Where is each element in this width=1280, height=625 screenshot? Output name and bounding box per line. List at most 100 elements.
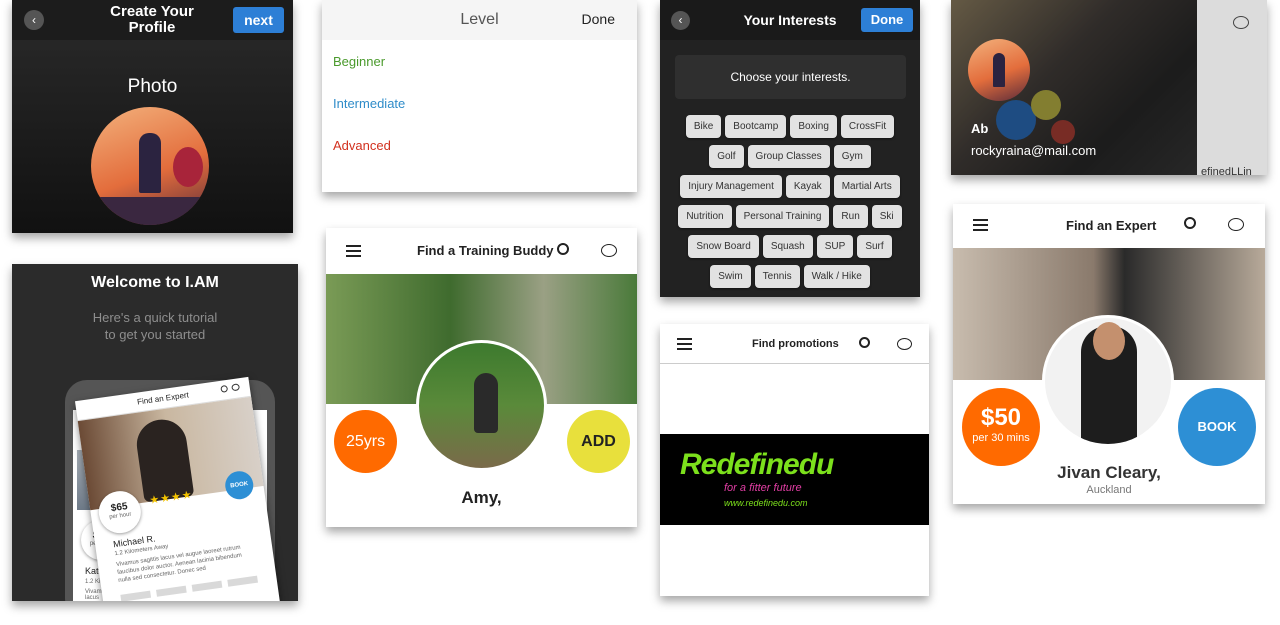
chip-row-6: Swim Tennis Walk / Hike: [660, 265, 920, 288]
promotions-screen: Find promotions Redefinedu for a fitter …: [660, 324, 929, 596]
menu-icon[interactable]: [346, 245, 361, 257]
chip-ski[interactable]: Ski: [871, 205, 902, 228]
level-done-button[interactable]: Done: [582, 11, 615, 27]
chip-row-4: Nutrition Personal Training Run Ski: [660, 205, 920, 228]
create-profile-screen: ‹ Create Your Profile next Photo: [12, 0, 293, 233]
search-icon[interactable]: [859, 337, 870, 348]
chip-tennis[interactable]: Tennis: [754, 265, 800, 288]
chip-bike[interactable]: Bike: [685, 115, 722, 138]
chip-injury-management[interactable]: Injury Management: [680, 175, 782, 198]
expert-name: Jivan Cleary,: [1057, 463, 1161, 482]
welcome-subtitle-line1: Here's a quick tutorial: [92, 310, 218, 325]
search-icon[interactable]: [557, 243, 569, 255]
interests-done-button[interactable]: Done: [861, 8, 913, 32]
training-buddy-screen: Find a Training Buddy 25yrs ADD Amy,: [326, 228, 637, 527]
account-drawer-screen: Ab rockyraina@mail.com efinedLLin: [951, 0, 1267, 175]
interests-prompt-box: Choose your interests.: [675, 55, 906, 99]
drawer-user-email: rockyraina@mail.com: [971, 143, 1097, 158]
menu-icon[interactable]: [973, 219, 988, 231]
expert-photo[interactable]: [1042, 315, 1174, 447]
chip-row-3: Injury Management Kayak Martial Arts: [660, 175, 920, 198]
chat-icon[interactable]: [601, 244, 617, 257]
chip-personal-training[interactable]: Personal Training: [735, 205, 830, 228]
chip-martial-arts[interactable]: Martial Arts: [833, 175, 900, 198]
profile-header: ‹ Create Your Profile next: [12, 0, 293, 40]
add-label: ADD: [581, 433, 616, 450]
level-option-beginner[interactable]: Beginner: [333, 54, 385, 69]
chip-row-5: Snow Board Squash SUP Surf: [660, 235, 920, 258]
chip-snow-board[interactable]: Snow Board: [688, 235, 759, 258]
chip-swim[interactable]: Swim: [710, 265, 751, 288]
mini-tag: [227, 575, 258, 587]
drawer-avatar[interactable]: [968, 39, 1030, 101]
ground-shape: [91, 197, 209, 225]
mini-tag: [156, 585, 187, 597]
interests-header: ‹ Your Interests Done: [660, 0, 920, 40]
back-button[interactable]: ‹: [24, 10, 44, 30]
mini-tag: [191, 580, 223, 592]
partial-brand-text: efinedLLin: [1201, 166, 1252, 175]
brand-tagline: for a fitter future: [724, 482, 802, 494]
profile-title: Create Your Profile: [110, 3, 194, 36]
chip-bootcamp[interactable]: Bootcamp: [725, 115, 787, 138]
mini-tag: [120, 590, 152, 601]
search-icon[interactable]: [1184, 217, 1196, 229]
photo-label: Photo: [127, 76, 178, 97]
expert-price-badge: $50 per 30 mins: [962, 388, 1040, 466]
welcome-subtitle-line2: to get you started: [104, 327, 206, 342]
menu-icon[interactable]: [677, 338, 692, 350]
chip-boxing[interactable]: Boxing: [790, 115, 837, 138]
brand-url: www.redefinedu.com: [724, 498, 808, 508]
buddy-title: Find a Training Buddy: [417, 243, 554, 258]
buddy-photo[interactable]: [416, 340, 547, 471]
chip-gym[interactable]: Gym: [833, 145, 871, 168]
brand-logo-text: Redefinedu: [680, 448, 834, 481]
buddy-header: Find a Training Buddy: [326, 228, 637, 274]
silhouette-figure: [139, 133, 161, 193]
chip-golf[interactable]: Golf: [709, 145, 744, 168]
expert-book-button[interactable]: BOOK: [1178, 388, 1256, 466]
find-expert-screen: Find an Expert $50 per 30 mins BOOK Jiva…: [953, 204, 1265, 504]
person-figure: [474, 373, 498, 433]
chip-sup[interactable]: SUP: [816, 235, 854, 258]
chip-walk-hike[interactable]: Walk / Hike: [803, 265, 870, 288]
drawer-user-name: Ab: [971, 121, 989, 136]
interests-screen: ‹ Your Interests Done Choose your intere…: [660, 0, 920, 297]
chip-run[interactable]: Run: [833, 205, 868, 228]
expert-price-unit: per 30 mins: [972, 432, 1030, 444]
background-app-strip: efinedLLin: [1197, 0, 1267, 175]
chip-row-1: Bike Bootcamp Boxing CrossFit: [660, 115, 920, 138]
level-header: Level Done: [322, 0, 637, 40]
mini-expert-card: Find an Expert ★★★★ $65 per hour BOOK Mi…: [74, 376, 281, 601]
age-value: 25yrs: [345, 433, 386, 450]
next-button[interactable]: next: [233, 7, 284, 33]
promotions-title: Find promotions: [752, 338, 839, 350]
interests-prompt: Choose your interests.: [730, 70, 851, 84]
welcome-screen: Welcome to I.AM Here's a quick tutorial …: [12, 264, 298, 601]
expert-head: [1093, 322, 1125, 360]
chip-surf[interactable]: Surf: [857, 235, 892, 258]
chip-row-2: Golf Group Classes Gym: [660, 145, 920, 168]
profile-photo[interactable]: [91, 107, 209, 225]
silhouette-figure: [993, 53, 1005, 87]
chip-squash[interactable]: Squash: [762, 235, 813, 258]
buddy-name: Amy,: [461, 488, 502, 507]
promotion-banner[interactable]: Redefinedu for a fitter future www.redef…: [660, 434, 929, 525]
add-button[interactable]: ADD: [567, 410, 630, 473]
chip-crossfit[interactable]: CrossFit: [840, 115, 895, 138]
level-option-advanced[interactable]: Advanced: [333, 138, 391, 153]
chip-nutrition[interactable]: Nutrition: [678, 205, 732, 228]
chip-kayak[interactable]: Kayak: [785, 175, 830, 198]
welcome-title: Welcome to I.AM: [91, 274, 219, 291]
level-picker: Level Done Beginner Intermediate Advance…: [322, 0, 637, 192]
level-option-intermediate[interactable]: Intermediate: [333, 96, 405, 111]
chip-group-classes[interactable]: Group Classes: [747, 145, 830, 168]
promotions-header: Find promotions: [660, 324, 929, 364]
expert-location: Auckland: [1086, 484, 1132, 496]
chat-icon[interactable]: [897, 338, 912, 350]
chat-icon[interactable]: [1228, 218, 1244, 231]
tree-shape: [173, 147, 203, 187]
age-badge: 25yrs: [334, 410, 397, 473]
chat-icon[interactable]: [1233, 16, 1249, 29]
expert-book-label: BOOK: [1197, 419, 1237, 434]
